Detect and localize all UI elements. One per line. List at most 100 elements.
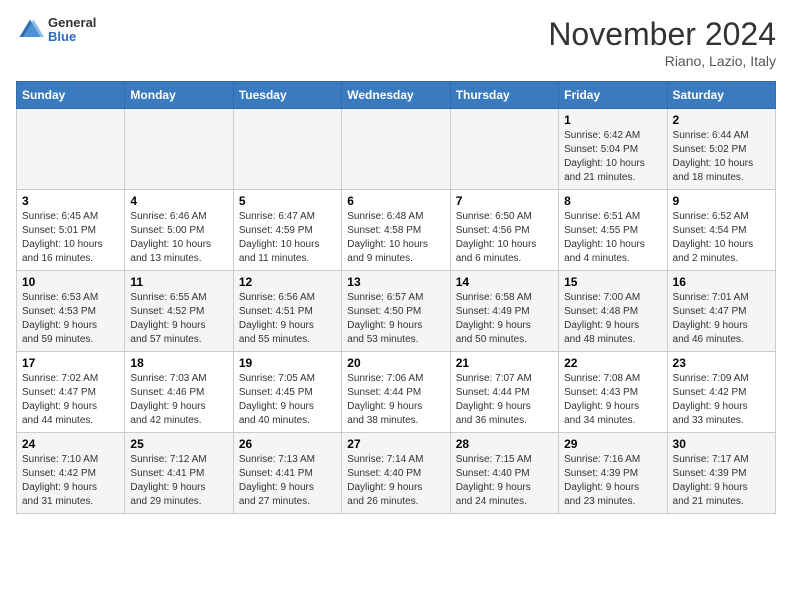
day-number: 4 — [130, 194, 227, 208]
header-cell-wednesday: Wednesday — [342, 82, 450, 109]
day-info: Sunrise: 7:08 AMSunset: 4:43 PMDaylight:… — [564, 372, 661, 428]
location-text: Riano, Lazio, Italy — [548, 53, 776, 69]
day-cell: 8 Sunrise: 6:51 AMSunset: 4:55 PMDaylight… — [559, 190, 667, 271]
calendar-body: 1 Sunrise: 6:42 AMSunset: 5:04 PMDaylight… — [17, 109, 776, 514]
day-cell: 12Sunrise: 6:56 AMSunset: 4:51 PMDayligh… — [233, 271, 341, 352]
day-info: Sunrise: 6:53 AMSunset: 4:53 PMDaylight:… — [22, 291, 119, 347]
day-info: Sunrise: 6:52 AMSunset: 4:54 PMDaylight:… — [673, 210, 770, 266]
calendar-header: SundayMondayTuesdayWednesdayThursdayFrid… — [17, 82, 776, 109]
day-number: 15 — [564, 275, 661, 289]
day-info: Sunrise: 7:17 AMSunset: 4:39 PMDaylight:… — [673, 453, 770, 509]
day-info: Sunrise: 7:07 AMSunset: 4:44 PMDaylight:… — [456, 372, 553, 428]
header-cell-sunday: Sunday — [17, 82, 125, 109]
day-cell: 9Sunrise: 6:52 AMSunset: 4:54 PMDaylight… — [667, 190, 775, 271]
day-info: Sunrise: 6:46 AMSunset: 5:00 PMDaylight:… — [130, 210, 227, 266]
day-info: Sunrise: 7:14 AMSunset: 4:40 PMDaylight:… — [347, 453, 444, 509]
week-row-5: 24 Sunrise: 7:10 AMSunset: 4:42 PMDayligh… — [17, 433, 776, 514]
day-number: 2 — [673, 113, 770, 127]
day-cell: 26 Sunrise: 7:13 AMSunset: 4:41 PMDayligh… — [233, 433, 341, 514]
day-info: Sunrise: 6:50 AMSunset: 4:56 PMDaylight:… — [456, 210, 553, 266]
day-cell — [450, 109, 558, 190]
day-info: Sunrise: 7:13 AMSunset: 4:41 PMDaylight:… — [239, 453, 336, 509]
header-cell-friday: Friday — [559, 82, 667, 109]
day-cell: 6 Sunrise: 6:48 AMSunset: 4:58 PMDaylight… — [342, 190, 450, 271]
day-info: Sunrise: 7:01 AMSunset: 4:47 PMDaylight:… — [673, 291, 770, 347]
day-number: 17 — [22, 356, 119, 370]
day-info: Sunrise: 6:57 AMSunset: 4:50 PMDaylight:… — [347, 291, 444, 347]
logo-blue-text: Blue — [48, 30, 96, 44]
week-row-2: 3 Sunrise: 6:45 AMSunset: 5:01 PMDaylight… — [17, 190, 776, 271]
header-cell-tuesday: Tuesday — [233, 82, 341, 109]
day-cell: 29Sunrise: 7:16 AMSunset: 4:39 PMDayligh… — [559, 433, 667, 514]
day-number: 3 — [22, 194, 119, 208]
day-number: 16 — [673, 275, 770, 289]
day-number: 24 — [22, 437, 119, 451]
page-header: General Blue November 2024 Riano, Lazio,… — [16, 16, 776, 69]
day-number: 28 — [456, 437, 553, 451]
day-info: Sunrise: 6:58 AMSunset: 4:49 PMDaylight:… — [456, 291, 553, 347]
day-cell — [17, 109, 125, 190]
day-cell: 27Sunrise: 7:14 AMSunset: 4:40 PMDayligh… — [342, 433, 450, 514]
day-cell: 10 Sunrise: 6:53 AMSunset: 4:53 PMDayligh… — [17, 271, 125, 352]
day-number: 13 — [347, 275, 444, 289]
day-cell: 2Sunrise: 6:44 AMSunset: 5:02 PMDaylight… — [667, 109, 775, 190]
header-cell-thursday: Thursday — [450, 82, 558, 109]
day-info: Sunrise: 7:16 AMSunset: 4:39 PMDaylight:… — [564, 453, 661, 509]
logo-icon — [16, 16, 44, 44]
day-info: Sunrise: 7:06 AMSunset: 4:44 PMDaylight:… — [347, 372, 444, 428]
day-info: Sunrise: 6:42 AMSunset: 5:04 PMDaylight:… — [564, 129, 661, 185]
day-info: Sunrise: 7:00 AMSunset: 4:48 PMDaylight:… — [564, 291, 661, 347]
day-cell: 17Sunrise: 7:02 AMSunset: 4:47 PMDayligh… — [17, 352, 125, 433]
day-info: Sunrise: 6:47 AMSunset: 4:59 PMDaylight:… — [239, 210, 336, 266]
logo: General Blue — [16, 16, 96, 45]
day-number: 22 — [564, 356, 661, 370]
day-cell: 1 Sunrise: 6:42 AMSunset: 5:04 PMDaylight… — [559, 109, 667, 190]
day-cell — [342, 109, 450, 190]
day-info: Sunrise: 7:05 AMSunset: 4:45 PMDaylight:… — [239, 372, 336, 428]
day-info: Sunrise: 6:56 AMSunset: 4:51 PMDaylight:… — [239, 291, 336, 347]
day-number: 8 — [564, 194, 661, 208]
day-cell: 5Sunrise: 6:47 AMSunset: 4:59 PMDaylight… — [233, 190, 341, 271]
header-cell-monday: Monday — [125, 82, 233, 109]
logo-general-text: General — [48, 16, 96, 30]
day-cell: 20Sunrise: 7:06 AMSunset: 4:44 PMDayligh… — [342, 352, 450, 433]
day-cell: 14 Sunrise: 6:58 AMSunset: 4:49 PMDayligh… — [450, 271, 558, 352]
day-number: 23 — [673, 356, 770, 370]
day-info: Sunrise: 6:55 AMSunset: 4:52 PMDaylight:… — [130, 291, 227, 347]
day-cell: 15 Sunrise: 7:00 AMSunset: 4:48 PMDayligh… — [559, 271, 667, 352]
day-cell: 7Sunrise: 6:50 AMSunset: 4:56 PMDaylight… — [450, 190, 558, 271]
day-number: 10 — [22, 275, 119, 289]
day-number: 26 — [239, 437, 336, 451]
day-cell: 28 Sunrise: 7:15 AMSunset: 4:40 PMDayligh… — [450, 433, 558, 514]
day-cell: 21Sunrise: 7:07 AMSunset: 4:44 PMDayligh… — [450, 352, 558, 433]
header-cell-saturday: Saturday — [667, 82, 775, 109]
month-title: November 2024 — [548, 16, 776, 53]
header-row: SundayMondayTuesdayWednesdayThursdayFrid… — [17, 82, 776, 109]
day-info: Sunrise: 7:10 AMSunset: 4:42 PMDaylight:… — [22, 453, 119, 509]
day-number: 18 — [130, 356, 227, 370]
day-info: Sunrise: 6:45 AMSunset: 5:01 PMDaylight:… — [22, 210, 119, 266]
day-info: Sunrise: 6:48 AMSunset: 4:58 PMDaylight:… — [347, 210, 444, 266]
day-cell: 4 Sunrise: 6:46 AMSunset: 5:00 PMDaylight… — [125, 190, 233, 271]
day-cell: 18Sunrise: 7:03 AMSunset: 4:46 PMDayligh… — [125, 352, 233, 433]
day-info: Sunrise: 7:12 AMSunset: 4:41 PMDaylight:… — [130, 453, 227, 509]
day-number: 30 — [673, 437, 770, 451]
calendar-table: SundayMondayTuesdayWednesdayThursdayFrid… — [16, 81, 776, 514]
day-cell — [125, 109, 233, 190]
day-cell: 13 Sunrise: 6:57 AMSunset: 4:50 PMDayligh… — [342, 271, 450, 352]
day-cell: 11 Sunrise: 6:55 AMSunset: 4:52 PMDayligh… — [125, 271, 233, 352]
week-row-4: 17Sunrise: 7:02 AMSunset: 4:47 PMDayligh… — [17, 352, 776, 433]
day-number: 6 — [347, 194, 444, 208]
week-row-3: 10 Sunrise: 6:53 AMSunset: 4:53 PMDayligh… — [17, 271, 776, 352]
day-info: Sunrise: 6:51 AMSunset: 4:55 PMDaylight:… — [564, 210, 661, 266]
day-number: 25 — [130, 437, 227, 451]
title-block: November 2024 Riano, Lazio, Italy — [548, 16, 776, 69]
day-info: Sunrise: 7:09 AMSunset: 4:42 PMDaylight:… — [673, 372, 770, 428]
day-number: 14 — [456, 275, 553, 289]
day-cell: 24 Sunrise: 7:10 AMSunset: 4:42 PMDayligh… — [17, 433, 125, 514]
day-number: 1 — [564, 113, 661, 127]
day-info: Sunrise: 7:15 AMSunset: 4:40 PMDaylight:… — [456, 453, 553, 509]
day-cell: 19Sunrise: 7:05 AMSunset: 4:45 PMDayligh… — [233, 352, 341, 433]
day-cell: 25 Sunrise: 7:12 AMSunset: 4:41 PMDayligh… — [125, 433, 233, 514]
day-number: 11 — [130, 275, 227, 289]
